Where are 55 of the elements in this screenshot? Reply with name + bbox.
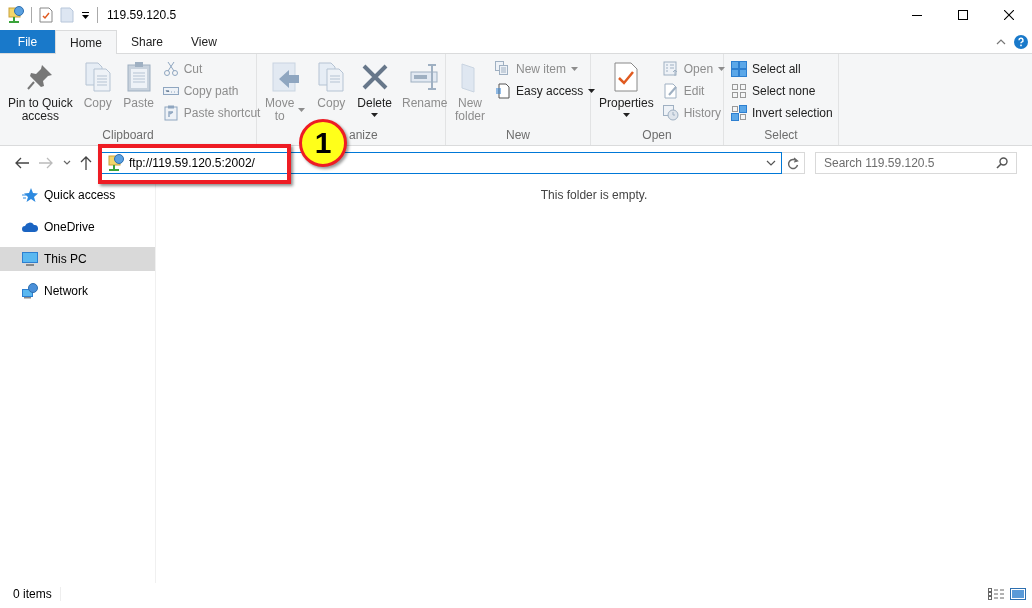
list-icon — [662, 61, 679, 77]
edit-icon — [662, 83, 679, 99]
group-label: Open — [642, 128, 672, 142]
window-title: 119.59.120.5 — [107, 8, 177, 22]
maximize-icon[interactable] — [958, 10, 968, 20]
ribbon-button[interactable]: Select none — [728, 81, 836, 101]
ftp-folder-icon — [108, 154, 124, 172]
shortcut-icon — [162, 105, 179, 121]
select-none-icon — [731, 83, 747, 99]
ribbon-tab[interactable]: Share — [117, 30, 178, 53]
caret-icon[interactable] — [81, 10, 90, 20]
search-field[interactable]: Search 119.59.120.5 — [815, 152, 1017, 174]
group-label: Clipboard — [102, 128, 154, 142]
refresh-icon — [787, 156, 799, 170]
sidebar-item[interactable]: Quick access — [0, 183, 155, 207]
help-icon[interactable] — [1014, 34, 1028, 49]
move-icon — [269, 61, 302, 93]
up-arrow-icon[interactable] — [80, 156, 92, 170]
search-icon — [996, 157, 1008, 169]
new-item-icon — [495, 61, 511, 77]
select-all-icon — [731, 61, 747, 77]
ribbon-button[interactable]: Delete — [353, 58, 397, 119]
group-label: New — [506, 128, 530, 142]
group-label: anize — [349, 128, 378, 142]
sidebar-item[interactable]: Network — [0, 279, 155, 303]
invert-selection-icon — [731, 105, 747, 121]
rename-icon — [408, 61, 441, 93]
ribbon-tab[interactable]: File — [0, 30, 55, 53]
ribbon-tab[interactable]: Home — [55, 30, 117, 54]
sidebar-item[interactable]: This PC — [0, 247, 155, 271]
step-number-badge: 1 — [299, 119, 347, 167]
network-icon — [22, 283, 38, 299]
refresh-button[interactable] — [782, 152, 805, 174]
ftp-folder-icon — [8, 6, 24, 24]
properties-icon[interactable] — [39, 7, 53, 23]
large-icons-view-icon[interactable] — [1010, 587, 1026, 601]
ribbon-button[interactable]: Select all — [728, 59, 836, 79]
document-icon — [495, 83, 511, 99]
ribbon-button[interactable]: Invert selection — [728, 103, 836, 123]
recent-locations-icon[interactable] — [63, 160, 71, 166]
history-icon — [662, 105, 679, 121]
monitor-icon — [22, 251, 38, 267]
item-count: 0 items — [13, 587, 61, 601]
ribbon-button[interactable]: Pin to Quick access — [4, 58, 77, 125]
back-arrow-icon[interactable] — [15, 157, 29, 169]
group-label: Select — [764, 128, 798, 142]
collapse-ribbon-icon[interactable] — [996, 37, 1006, 46]
details-view-icon[interactable] — [988, 587, 1004, 601]
empty-folder-message: This folder is empty. — [540, 188, 648, 204]
ribbon-tab[interactable]: View — [177, 30, 231, 53]
scissors-icon — [162, 61, 179, 77]
sidebar-item[interactable]: OneDrive — [0, 215, 155, 239]
close-icon[interactable] — [1004, 10, 1014, 20]
star-icon — [22, 187, 38, 203]
chevron-down-icon[interactable] — [766, 160, 776, 166]
